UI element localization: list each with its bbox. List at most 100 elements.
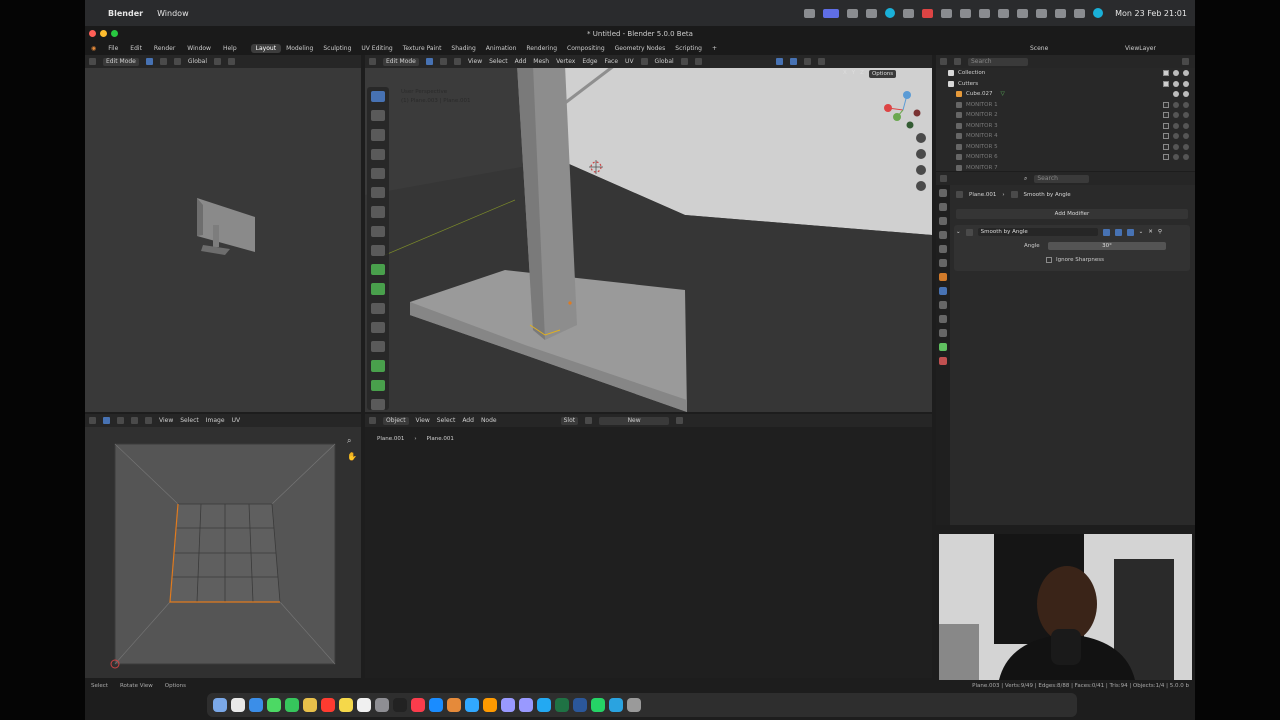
uv-canvas[interactable]	[85, 427, 361, 678]
menu-vertex[interactable]: Vertex	[556, 58, 575, 65]
mirror-y-toggle[interactable]: Y	[852, 70, 855, 78]
camera-icon[interactable]	[1183, 101, 1189, 108]
aftereffects-icon[interactable]	[501, 698, 515, 712]
remove-modifier-icon[interactable]: ✕	[1148, 229, 1153, 235]
tab-layout[interactable]: Layout	[250, 43, 282, 53]
display-mode-icon[interactable]	[954, 58, 961, 65]
orientation-dropdown[interactable]: Global	[655, 58, 674, 65]
side-viewport[interactable]: Edit Mode Global	[85, 55, 361, 412]
eye-icon[interactable]	[1173, 122, 1179, 129]
telegram-status-icon[interactable]	[885, 8, 896, 18]
slot-dropdown[interactable]: Slot	[560, 416, 579, 425]
tab-animation[interactable]: Animation	[481, 44, 522, 53]
vertex-select-icon[interactable]	[425, 58, 433, 65]
outliner-row-monitor[interactable]: MONITOR 5	[936, 142, 1195, 153]
overlay-toggle-icon[interactable]	[789, 58, 797, 65]
data-tab-icon[interactable]	[939, 343, 947, 351]
viewport-canvas[interactable]	[365, 55, 932, 412]
camera-icon[interactable]	[1183, 122, 1189, 129]
exclude-checkbox[interactable]	[1163, 143, 1169, 150]
menu-window[interactable]: Window	[157, 9, 189, 18]
editor-type-icon[interactable]	[89, 417, 96, 424]
camera-icon[interactable]	[1183, 70, 1189, 77]
tab-texture-paint[interactable]: Texture Paint	[398, 44, 447, 53]
uv-zoom-icon[interactable]: ⌕	[347, 436, 351, 446]
world-tab-icon[interactable]	[939, 259, 947, 267]
render-toggle-icon[interactable]	[1126, 228, 1134, 236]
new-material-button[interactable]: New	[599, 416, 670, 425]
particles-tab-icon[interactable]	[939, 301, 947, 309]
eye-icon[interactable]	[1173, 91, 1179, 98]
material-tab-icon[interactable]	[939, 357, 947, 365]
edge-select-icon[interactable]	[439, 58, 447, 65]
main-viewport[interactable]: Edit Mode View Select Add Mesh Vertex Ed…	[365, 55, 932, 412]
extrude-icon[interactable]	[371, 264, 385, 276]
finder-icon[interactable]	[213, 698, 227, 712]
editor-type-icon[interactable]	[369, 58, 376, 65]
mode-dropdown[interactable]: Edit Mode	[383, 57, 419, 66]
node-menu-node[interactable]: Node	[481, 417, 497, 424]
close-icon[interactable]	[866, 8, 878, 18]
eye-icon[interactable]	[1173, 133, 1179, 140]
breadcrumb-object[interactable]: Plane.001	[377, 436, 404, 442]
exclude-checkbox[interactable]	[1163, 112, 1169, 119]
tv-icon[interactable]	[393, 698, 407, 712]
tab-uv-editing[interactable]: UV Editing	[356, 44, 397, 53]
play-icon[interactable]	[998, 8, 1010, 18]
outliner-row-monitor[interactable]: MONITOR 1	[936, 100, 1195, 111]
inset-icon[interactable]	[371, 283, 385, 295]
chrome-icon[interactable]	[303, 698, 317, 712]
shading-solid-icon[interactable]	[817, 58, 825, 65]
outliner-row-collection[interactable]: Collection	[936, 68, 1195, 79]
facetime-icon[interactable]	[285, 698, 299, 712]
exclude-checkbox[interactable]	[1163, 122, 1169, 129]
menu-render[interactable]: Render	[148, 45, 181, 52]
uv-pan-hand-icon[interactable]: ✋	[347, 452, 357, 461]
tool-tab-icon[interactable]	[939, 189, 947, 197]
transform-icon[interactable]	[640, 58, 648, 65]
blender-logo-icon[interactable]: ◉	[85, 45, 102, 52]
material-browse-icon[interactable]	[585, 417, 593, 424]
angle-field[interactable]: 30°	[1048, 242, 1166, 250]
whatsapp-icon[interactable]	[591, 698, 605, 712]
menu-view[interactable]: View	[468, 58, 482, 65]
uv-menu-uv[interactable]: UV	[232, 417, 241, 424]
messages-icon[interactable]	[267, 698, 281, 712]
menu-edit[interactable]: Edit	[124, 45, 148, 52]
modifier-name-field[interactable]: Smooth by Angle	[977, 228, 1098, 236]
eye-icon[interactable]	[1173, 80, 1179, 87]
properties-search-input[interactable]: Search	[1034, 174, 1090, 183]
object-tab-icon[interactable]	[939, 273, 947, 281]
eye-icon[interactable]	[1173, 143, 1179, 150]
exclude-checkbox[interactable]	[1163, 133, 1169, 140]
notes-icon[interactable]	[339, 698, 353, 712]
ignore-sharpness-checkbox[interactable]	[1046, 257, 1052, 263]
outliner-row-cube[interactable]: Cube.027 ▽	[936, 89, 1195, 100]
menu-edge[interactable]: Edge	[582, 58, 597, 65]
tab-compositing[interactable]: Compositing	[562, 44, 610, 53]
node-menu-add[interactable]: Add	[462, 417, 474, 424]
loop-cut-icon[interactable]	[371, 321, 385, 334]
menu-face[interactable]: Face	[604, 58, 618, 65]
measure-icon[interactable]	[371, 225, 385, 237]
view-layer-tab-icon[interactable]	[939, 231, 947, 239]
eye-icon[interactable]	[1173, 70, 1179, 77]
uv-vertex-icon[interactable]	[117, 417, 124, 424]
outliner-row-monitor[interactable]: MONITOR 7	[936, 163, 1195, 172]
menu-help[interactable]: Help	[217, 45, 243, 52]
add-workspace-button[interactable]: +	[707, 44, 722, 53]
eye-icon[interactable]	[1173, 112, 1179, 119]
camera-icon[interactable]	[1183, 80, 1189, 87]
camera-icon[interactable]	[1183, 91, 1189, 98]
vpn-icon[interactable]	[903, 8, 915, 18]
wifi-icon[interactable]	[1036, 8, 1048, 18]
tab-shading[interactable]: Shading	[446, 44, 480, 53]
menu-select[interactable]: Select	[489, 58, 508, 65]
camera-icon[interactable]	[1183, 154, 1189, 161]
poly-build-icon[interactable]	[371, 360, 385, 372]
pin-icon[interactable]: ⚲	[1158, 229, 1162, 235]
blender-icon[interactable]	[447, 698, 461, 712]
premiere-icon[interactable]	[519, 698, 533, 712]
tab-modeling[interactable]: Modeling	[281, 44, 318, 53]
knife-icon[interactable]	[371, 341, 385, 353]
